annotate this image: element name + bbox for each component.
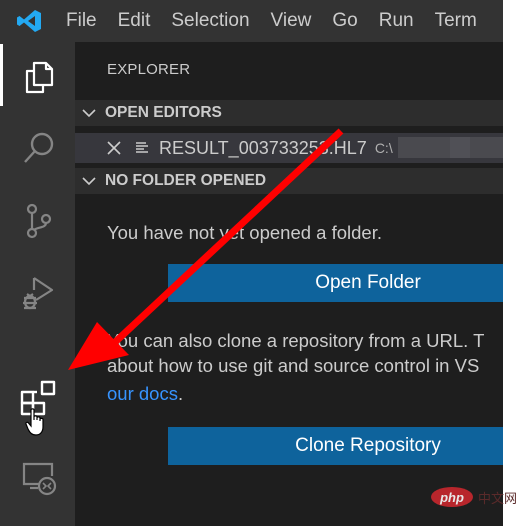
search-icon — [19, 129, 59, 174]
no-folder-message: You have not yet opened a folder. — [107, 222, 382, 243]
menu-view[interactable]: View — [271, 10, 312, 32]
remote-explorer-icon — [18, 456, 60, 503]
clone-message-line1: You can also clone a repository from a U… — [107, 330, 485, 351]
chevron-down-icon — [81, 105, 105, 121]
open-editors-label: OPEN EDITORS — [105, 104, 222, 121]
clone-message-line2: about how to use git and source control … — [107, 355, 480, 376]
vscode-window: File Edit Selection View Go Run Term EXP… — [0, 0, 503, 526]
file-path: C:\ — [374, 140, 393, 156]
our-docs-link[interactable]: our docs — [107, 383, 178, 404]
activity-extensions[interactable] — [3, 370, 75, 440]
vscode-logo-icon — [14, 6, 44, 36]
files-icon — [19, 57, 59, 102]
watermark: php 中文网 — [431, 487, 517, 507]
activity-search[interactable] — [3, 116, 75, 186]
source-control-icon — [19, 201, 59, 246]
open-folder-label: Open Folder — [315, 272, 421, 293]
docs-suffix: . — [177, 383, 184, 404]
open-folder-button[interactable]: Open Folder — [168, 264, 503, 302]
clone-repository-button[interactable]: Clone Repository — [168, 427, 503, 465]
watermark-brand: php — [431, 487, 473, 507]
title-bar: File Edit Selection View Go Run Term — [0, 0, 503, 42]
run-debug-icon — [18, 272, 60, 319]
open-editor-item[interactable]: RESULT_003733253.HL7 C:\ — [75, 133, 503, 163]
menu-file[interactable]: File — [66, 10, 97, 32]
activity-remote-explorer[interactable] — [3, 444, 75, 514]
explorer-sidebar: EXPLORER OPEN EDITORS RESULT_003733253.H… — [75, 42, 503, 526]
file-lines-icon — [135, 141, 151, 155]
activity-run-debug[interactable] — [3, 260, 75, 330]
file-name: RESULT_003733253.HL7 — [159, 137, 367, 158]
clone-repository-label: Clone Repository — [295, 435, 441, 456]
watermark-suffix: 中文网 — [478, 490, 518, 506]
menu-run[interactable]: Run — [379, 10, 414, 32]
chevron-down-icon — [81, 173, 105, 189]
open-editors-header[interactable]: OPEN EDITORS — [75, 100, 503, 126]
menu-go[interactable]: Go — [332, 10, 357, 32]
no-folder-label: NO FOLDER OPENED — [105, 172, 267, 189]
no-folder-header[interactable]: NO FOLDER OPENED — [75, 168, 503, 194]
close-icon[interactable] — [107, 141, 125, 155]
activity-explorer[interactable] — [0, 44, 75, 114]
activity-bar — [0, 42, 75, 526]
redacted-path-block — [450, 137, 470, 158]
menu-selection[interactable]: Selection — [171, 10, 249, 32]
menu-edit[interactable]: Edit — [118, 10, 151, 32]
hand-cursor-icon — [25, 408, 49, 441]
activity-source-control[interactable] — [3, 188, 75, 258]
docs-line: our docs. — [107, 381, 183, 406]
menu-terminal[interactable]: Term — [435, 10, 477, 32]
explorer-title: EXPLORER — [107, 61, 191, 78]
